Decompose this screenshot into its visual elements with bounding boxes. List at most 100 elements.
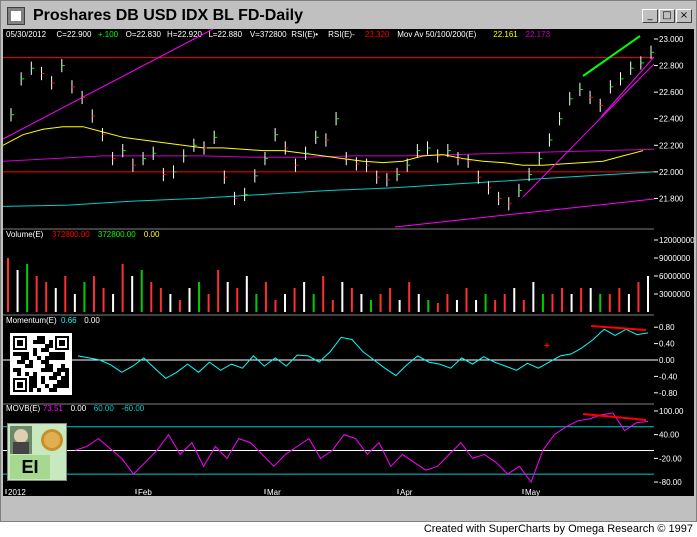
x-axis-label: 2012	[8, 488, 26, 496]
volume-header-label: 372800.00	[98, 230, 136, 239]
qr-module	[49, 340, 53, 344]
qr-module	[41, 340, 45, 344]
price-bar	[548, 133, 553, 147]
momentum-marker: +	[544, 341, 550, 352]
qr-module	[17, 372, 21, 376]
price-tick-label: 22.800	[659, 62, 684, 71]
qr-code-image	[10, 333, 72, 395]
price-bar	[589, 90, 594, 105]
x-axis-label: Mar	[267, 488, 281, 496]
qr-module	[17, 352, 21, 356]
movb-line	[74, 412, 649, 484]
qr-module	[57, 356, 61, 360]
qr-module	[53, 384, 57, 388]
qr-finder	[17, 382, 23, 388]
price-header-label: 22.173	[526, 30, 551, 39]
movb-header-label: 60.00	[94, 404, 115, 413]
maximize-button[interactable]: □	[659, 9, 675, 23]
qr-module	[61, 380, 65, 384]
elliott-logo-image: EI	[7, 423, 67, 481]
momentum-header-label: 0.00	[84, 316, 100, 325]
price-bar	[61, 58, 65, 73]
price-bar	[30, 61, 35, 75]
qr-module	[57, 368, 61, 372]
volume-header-label: Volume(E)	[6, 230, 44, 239]
qr-module	[33, 372, 37, 376]
price-bar	[518, 183, 522, 198]
price-bar	[620, 72, 624, 86]
price-bar	[427, 141, 431, 155]
qr-module	[65, 376, 69, 380]
movb-tick-label: 100.00	[659, 407, 684, 416]
price-bar	[355, 157, 360, 171]
price-bar	[396, 167, 401, 182]
ma100-line	[3, 148, 654, 162]
price-bar	[10, 108, 14, 122]
divergence-line	[590, 325, 647, 331]
qr-module	[61, 356, 65, 360]
price-bar	[193, 138, 197, 152]
qr-module	[45, 348, 49, 352]
volume-header-label: 372800.00	[52, 230, 90, 239]
qr-module	[29, 376, 33, 380]
qr-code-svg	[13, 336, 69, 392]
ma50-line	[3, 126, 644, 166]
movb-header-label: -60.00	[122, 404, 145, 413]
qr-module	[49, 344, 53, 348]
price-bar	[315, 130, 319, 144]
price-bar	[599, 98, 604, 113]
minimize-button[interactable]: _	[642, 9, 658, 23]
price-bar	[457, 151, 461, 166]
price-bar	[162, 167, 167, 182]
price-tick-label: 21.800	[659, 194, 684, 203]
qr-module	[41, 360, 45, 364]
price-bar	[305, 146, 309, 160]
volume-tick-label: 3000000	[659, 290, 691, 299]
qr-module	[29, 388, 33, 392]
app-icon[interactable]	[7, 7, 25, 25]
price-bar	[630, 61, 634, 75]
divergence-line	[582, 35, 641, 77]
plot-area[interactable]: 05/30/2012 C=22.900 +.100 O=22.830 H=22.920 L…	[3, 29, 654, 496]
price-bar	[122, 143, 126, 158]
qr-module	[25, 356, 29, 360]
volume-tick-label: 9000000	[659, 254, 691, 263]
qr-module	[33, 376, 37, 380]
movb-tick-label: -20.00	[659, 454, 682, 463]
price-bar	[203, 141, 208, 155]
momentum-tick-label: 0.00	[659, 356, 675, 365]
qr-module	[13, 352, 17, 356]
price-bar	[498, 191, 502, 206]
price-bar	[437, 149, 441, 163]
movb-header-label: 73.51	[43, 404, 64, 413]
price-bar	[335, 112, 340, 126]
qr-module	[61, 376, 65, 380]
y-axis-svg: 23.000 22.800 22.600 22.400 22.200 22.000 21.8…	[654, 35, 695, 487]
price-bar	[386, 173, 390, 187]
qr-module	[45, 360, 49, 364]
y-axis: 23.000 22.800 22.600 22.400 22.200 22.000 21.8…	[654, 29, 695, 496]
price-bar	[233, 191, 238, 206]
movb-tick-label: 40.00	[659, 431, 680, 440]
price-bar	[244, 187, 248, 202]
close-button[interactable]: ×	[676, 9, 692, 23]
price-bar	[254, 169, 258, 183]
price-bar	[406, 158, 411, 172]
momentum-tick-label: -0.40	[659, 372, 678, 381]
x-axis-label: May	[525, 488, 540, 496]
qr-module	[29, 360, 33, 364]
qr-module	[13, 368, 17, 372]
qr-module	[33, 340, 37, 344]
trend-line	[3, 29, 214, 140]
movb-header-label: MOVB(E)	[6, 404, 41, 413]
qr-module	[49, 364, 53, 368]
qr-module	[57, 384, 61, 388]
qr-module	[61, 384, 65, 388]
qr-module	[65, 368, 69, 372]
ma200-line	[3, 171, 654, 207]
qr-finder	[59, 340, 65, 346]
qr-module	[49, 368, 53, 372]
price-bar	[487, 181, 492, 195]
qr-module	[21, 356, 25, 360]
price-header-label: C=22.900	[57, 30, 92, 39]
